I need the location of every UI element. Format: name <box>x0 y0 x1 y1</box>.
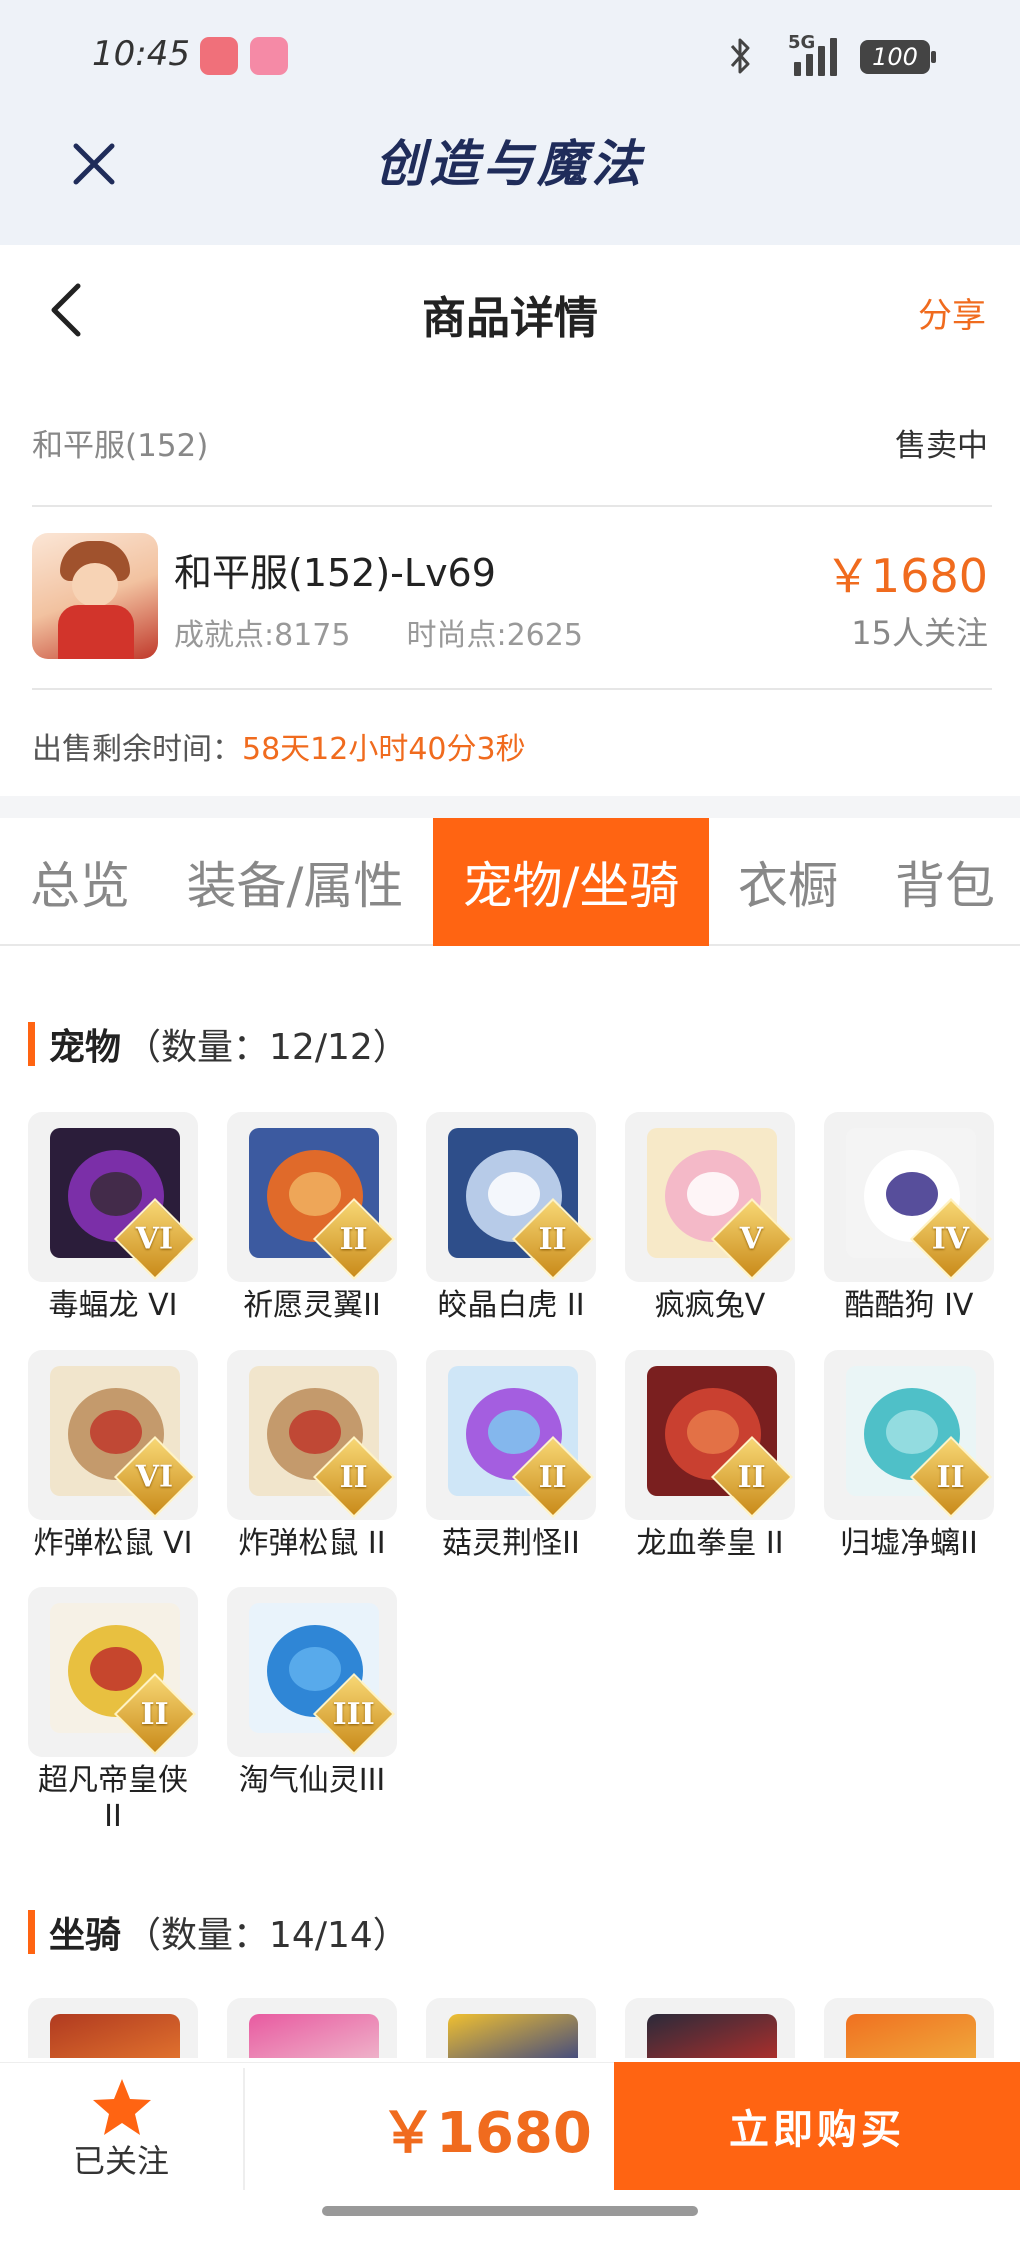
follow-button[interactable]: 已关注 <box>56 2136 186 2182</box>
star-icon[interactable] <box>90 2076 154 2138</box>
mounts-count: （数量：14/14） <box>125 1915 409 1956</box>
sale-status: 售卖中 <box>895 428 988 464</box>
pet-tile[interactable]: VI <box>28 1350 198 1520</box>
fashion-points: 时尚点:2625 <box>406 618 583 653</box>
pet-rank-text: IV <box>932 1221 970 1257</box>
pet-tile[interactable]: II <box>625 1350 795 1520</box>
divider <box>32 688 992 690</box>
pet-rank-text: VI <box>136 1459 174 1495</box>
pet-rank-text: II <box>339 1221 369 1257</box>
mount-image <box>846 2014 976 2058</box>
pet-tile[interactable]: V <box>625 1112 795 1282</box>
time-left-label: 出售剩余时间： <box>32 732 242 767</box>
tab-backpack[interactable]: 背包 <box>870 818 1020 946</box>
page-title: 商品详情 <box>422 293 598 344</box>
status-time: 10:45 <box>92 34 190 74</box>
bluetooth-icon <box>730 38 750 74</box>
pets-section-title: 宠物 <box>49 1027 122 1068</box>
mount-tile[interactable] <box>426 1998 596 2058</box>
pet-tile[interactable]: IV <box>824 1112 994 1282</box>
pet-rank-text: III <box>332 1696 376 1732</box>
pet-tile[interactable]: II <box>426 1350 596 1520</box>
bilibili-app-icon <box>250 37 288 75</box>
divider <box>32 505 992 507</box>
notification-app-icon <box>200 37 238 75</box>
pet-tile[interactable]: II <box>227 1350 397 1520</box>
pet-name: 毒蝠龙 VI <box>48 1288 178 1323</box>
app-title: 创造与魔法 <box>375 134 645 193</box>
battery-icon: 100 <box>860 40 936 74</box>
signal-icon <box>794 38 846 76</box>
mount-tile[interactable] <box>625 1998 795 2058</box>
pet-tile[interactable]: II <box>426 1112 596 1282</box>
pet-name: 炸弹松鼠 II <box>238 1526 386 1561</box>
home-indicator[interactable] <box>322 2206 698 2216</box>
buy-now-button[interactable]: 立即购买 <box>614 2062 1020 2190</box>
share-button[interactable]: 分享 <box>918 288 986 337</box>
pet-tile[interactable]: III <box>227 1587 397 1757</box>
character-avatar <box>32 533 158 659</box>
pet-name: 祈愿灵翼II <box>243 1288 381 1323</box>
pet-tile[interactable]: VI <box>28 1112 198 1282</box>
mount-image <box>448 2014 578 2058</box>
mount-image <box>50 2014 180 2058</box>
mount-image <box>249 2014 379 2058</box>
tab-equipment[interactable]: 装备/属性 <box>170 818 420 946</box>
mount-tile[interactable] <box>824 1998 994 2058</box>
pet-name: 炸弹松鼠 VI <box>33 1526 193 1561</box>
pet-tile[interactable]: II <box>28 1587 198 1757</box>
server-label: 和平服(152) <box>32 428 209 464</box>
detail-tabs: 总览 装备/属性 宠物/坐骑 衣橱 背包 <box>0 818 1020 946</box>
item-name: 和平服(152)-Lv69 <box>174 551 496 595</box>
pet-rank-text: VI <box>136 1221 174 1257</box>
pet-name: 归墟净螭II <box>840 1526 978 1561</box>
pet-name: 疯疯兔V <box>654 1288 766 1323</box>
section-gap <box>0 796 1020 818</box>
tab-wardrobe[interactable]: 衣橱 <box>718 818 858 946</box>
section-accent-bar <box>28 1022 35 1066</box>
pet-rank-text: V <box>740 1221 764 1257</box>
pet-name: 淘气仙灵III <box>238 1763 386 1798</box>
sale-time-remaining: 出售剩余时间：58天12小时40分3秒 <box>32 724 526 768</box>
achievement-points: 成就点:8175 <box>174 618 351 653</box>
tab-pets-mounts[interactable]: 宠物/坐骑 <box>433 818 709 946</box>
pet-rank-text: II <box>339 1459 369 1495</box>
pet-tile[interactable]: II <box>824 1350 994 1520</box>
pet-name: 菇灵荆怪II <box>442 1526 580 1561</box>
bottom-price: ￥1680 <box>380 2101 592 2166</box>
divider <box>243 2068 245 2190</box>
pet-name: 龙血拳皇 II <box>636 1526 784 1561</box>
pet-rank-text: II <box>737 1459 767 1495</box>
mounts-section-header: 坐骑 （数量：14/14） <box>28 1906 409 1958</box>
pet-rank-text: II <box>538 1459 568 1495</box>
item-price: ￥1680 <box>824 549 988 603</box>
section-accent-bar <box>28 1910 35 1954</box>
pet-name: 皎晶白虎 II <box>437 1288 585 1323</box>
pet-tile[interactable]: II <box>227 1112 397 1282</box>
pets-section-header: 宠物 （数量：12/12） <box>28 1018 409 1070</box>
pet-rank-text: II <box>538 1221 568 1257</box>
mount-image <box>647 2014 777 2058</box>
item-stats: 成就点:8175 时尚点:2625 <box>174 610 583 654</box>
pets-count: （数量：12/12） <box>125 1027 409 1068</box>
mount-tile[interactable] <box>28 1998 198 2058</box>
pet-rank-text: II <box>140 1696 170 1732</box>
follower-count: 15人关注 <box>851 614 988 652</box>
pet-rank-text: II <box>936 1459 966 1495</box>
pet-name: 超凡帝皇侠 II <box>38 1763 188 1834</box>
tab-overview[interactable]: 总览 <box>0 818 160 946</box>
time-left-value: 58天12小时40分3秒 <box>242 732 526 767</box>
pet-name: 酷酷狗 IV <box>844 1288 974 1323</box>
mount-tile[interactable] <box>227 1998 397 2058</box>
mounts-section-title: 坐骑 <box>49 1915 122 1956</box>
